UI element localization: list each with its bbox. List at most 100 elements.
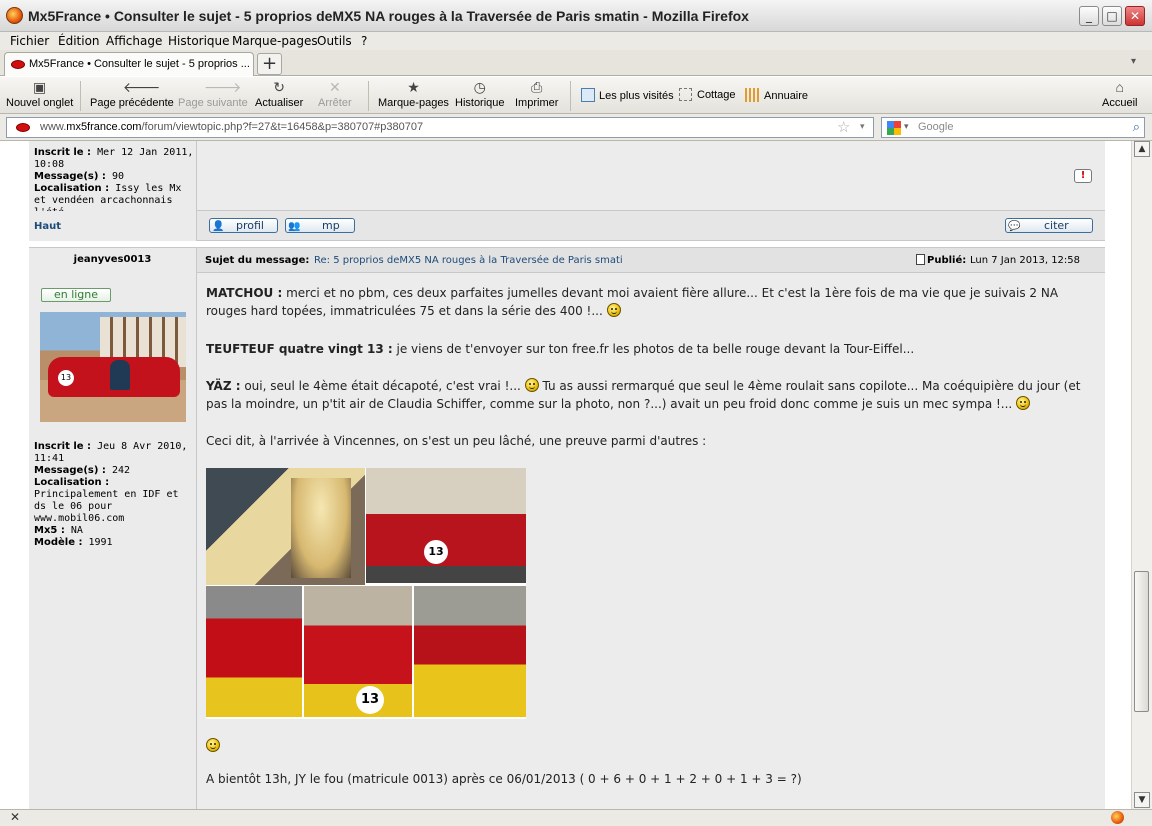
firefox-status-icon[interactable] (1111, 811, 1124, 824)
page-content: Inscrit le : Mer 12 Jan 2011, 10:08 Mess… (0, 141, 1131, 809)
post-paragraph-2: TEUFTEUF quatre vingt 13 : je viens de t… (206, 342, 915, 356)
back-arrow-icon: 🡐 (122, 79, 161, 95)
toolbar-separator (368, 81, 369, 111)
toolbar-separator (80, 81, 81, 111)
post-paragraph-1: MATCHOU : merci et no pbm, ces deux parf… (206, 286, 1059, 318)
prev-post-footer: Haut 👤 profil 👥 mp 💬 citer (29, 211, 1105, 241)
post-subject-link[interactable]: Re: 5 proprios deMX5 NA rouges à la Trav… (314, 255, 623, 266)
collage-photo-4[interactable]: 13 (304, 586, 412, 717)
photo-collage[interactable]: 13 13 (206, 468, 526, 719)
url-dropdown-icon[interactable]: ▾ (860, 121, 865, 132)
printer-icon: ⎙ (531, 79, 543, 95)
status-close-icon[interactable]: ✕ (10, 810, 20, 824)
bookmark-star-icon: ★ (407, 79, 420, 95)
url-path: /forum/viewtopic.php?f=27&t=16458&p=3807… (141, 121, 424, 133)
navigation-toolbar: ▣ Nouvel onglet 🡐 Page précédente 🡒 Page su… (0, 77, 1152, 114)
collage-photo-3[interactable] (206, 586, 302, 717)
post-paragraph-4: Ceci dit, à l'arrivée à Vincennes, on s'… (206, 434, 707, 448)
post-paragraph-3: YÄZ : oui, seul le 4ème était décapoté, … (206, 378, 1081, 411)
mx5-logo-icon (11, 60, 25, 69)
quote-bubble-icon: 💬 (1008, 221, 1021, 232)
smiley-icon (1016, 396, 1031, 410)
post-smiley (206, 738, 220, 753)
menubar: Fichier Édition Affichage Historique Mar… (0, 32, 1152, 50)
maximize-button[interactable]: □ (1102, 6, 1122, 26)
avatar-number: 13 (58, 370, 74, 386)
annuaire-icon (745, 88, 759, 102)
prev-footer-left: Haut (29, 211, 197, 241)
status-bar: ✕ (0, 809, 1152, 826)
stop-icon: ✕ (328, 79, 341, 95)
author-profile: en ligne 13 Inscrit le : Jeu 8 Avr 2010,… (29, 273, 197, 809)
engine-dropdown-icon[interactable]: ▾ (904, 121, 909, 132)
online-badge: en ligne (41, 288, 111, 302)
close-button[interactable]: ✕ (1125, 6, 1145, 26)
window-titlebar[interactable]: Mx5France • Consulter le sujet - 5 propr… (0, 0, 1152, 32)
collage-photo-5[interactable] (414, 586, 526, 717)
scroll-up-button[interactable]: ▲ (1134, 141, 1150, 157)
tab-list-chevron-icon[interactable]: ▾ (1131, 56, 1136, 67)
author-cell: jeanyves0013 (29, 248, 197, 273)
post-body: en ligne 13 Inscrit le : Jeu 8 Avr 2010,… (29, 273, 1105, 809)
new-tab-button[interactable]: + (257, 53, 282, 75)
subject-label: Sujet du message: (205, 255, 310, 266)
menu-help[interactable]: ? (361, 34, 367, 48)
report-icon[interactable]: ! (1074, 169, 1092, 183)
collage-photo-1[interactable] (206, 468, 365, 585)
forward-button[interactable]: 🡒 Page suivante (178, 79, 248, 109)
print-button[interactable]: ⎙ Imprimer (515, 79, 558, 109)
tab-mx5france[interactable]: Mx5France • Consulter le sujet - 5 propr… (4, 52, 254, 76)
menu-marque-pages[interactable]: Marque-pages (232, 34, 318, 48)
search-box[interactable]: ▾ Google ⌕ (881, 117, 1145, 138)
menu-outils[interactable]: Outils (317, 34, 352, 48)
google-engine-icon[interactable] (887, 121, 901, 135)
window-title: Mx5France • Consulter le sujet - 5 propr… (28, 8, 749, 24)
stop-button[interactable]: ✕ Arrêter (318, 79, 352, 109)
collage-photo-2[interactable]: 13 (366, 468, 526, 583)
prev-post-body: Inscrit le : Mer 12 Jan 2011, 10:08 Mess… (29, 141, 1105, 218)
users-icon: 👥 (288, 221, 301, 232)
url-prefix: www. (40, 121, 67, 133)
address-bar[interactable]: www.mx5france.com/forum/viewtopic.php?f=… (6, 117, 874, 138)
bookmark-annuaire[interactable]: Annuaire (745, 88, 808, 102)
minimize-button[interactable]: _ (1079, 6, 1099, 26)
site-favicon-icon (16, 123, 30, 132)
history-button[interactable]: ◷ Historique (455, 79, 505, 109)
avatar-person (110, 360, 130, 390)
bookmark-star-icon[interactable]: ☆ (837, 118, 850, 136)
photo-1-person (291, 478, 351, 578)
menu-historique[interactable]: Historique (168, 34, 230, 48)
smiley-icon (524, 378, 539, 392)
avatar[interactable]: 13 (40, 312, 186, 422)
menu-edition[interactable]: Édition (58, 34, 100, 48)
bookmarks-button[interactable]: ★ Marque-pages (378, 79, 449, 109)
new-tab-toolbar-button[interactable]: ▣ Nouvel onglet (6, 79, 73, 109)
history-clock-icon: ◷ (473, 79, 486, 95)
firefox-icon (6, 7, 23, 24)
search-magnifier-icon[interactable]: ⌕ (1133, 119, 1140, 135)
published-date: Lun 7 Jan 2013, 12:58 (970, 255, 1081, 266)
smiley-icon (606, 303, 621, 317)
new-tab-icon: ▣ (33, 79, 47, 95)
menu-fichier[interactable]: Fichier (10, 34, 49, 48)
post-author[interactable]: jeanyves0013 (74, 254, 152, 265)
menu-affichage[interactable]: Affichage (106, 34, 162, 48)
author-details: Inscrit le : Jeu 8 Avr 2010, 11:41 Messa… (34, 441, 188, 548)
bookmark-cottage[interactable]: Cottage (679, 88, 736, 101)
back-button[interactable]: 🡐 Page précédente (90, 79, 174, 109)
profil-button[interactable]: 👤 profil (209, 218, 278, 233)
scrollbar-thumb[interactable] (1134, 571, 1149, 712)
prev-post-profile: Inscrit le : Mer 12 Jan 2011, 10:08 Mess… (29, 141, 197, 218)
post-document-icon[interactable] (916, 254, 925, 265)
haut-link[interactable]: Haut (34, 221, 61, 232)
mp-button[interactable]: 👥 mp (285, 218, 355, 233)
page-icon (679, 88, 692, 101)
home-button[interactable]: ⌂ Accueil (1102, 79, 1137, 109)
published-label: Publié: (927, 255, 967, 266)
reload-button[interactable]: ↻ Actualiser (255, 79, 303, 109)
citer-button[interactable]: 💬 citer (1005, 218, 1093, 233)
scroll-down-button[interactable]: ▼ (1134, 792, 1150, 808)
reload-icon: ↻ (273, 79, 285, 95)
smiley-icon (206, 738, 220, 752)
bookmark-most-visited[interactable]: Les plus visités (581, 88, 674, 102)
